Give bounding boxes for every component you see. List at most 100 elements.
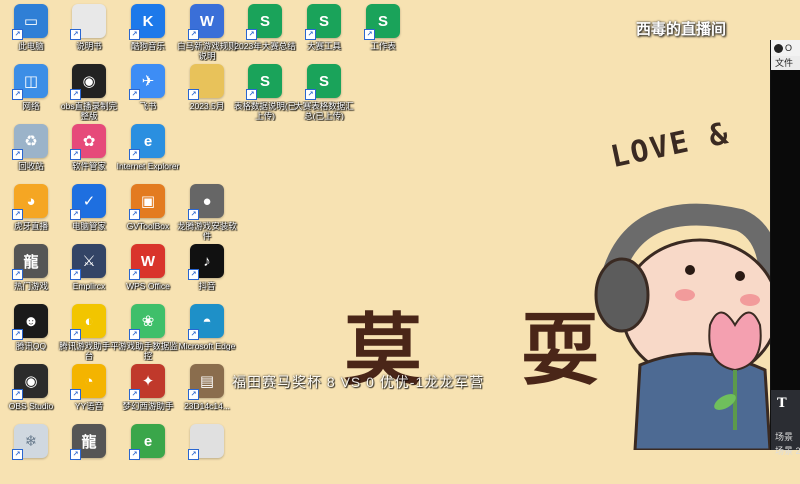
desktop-icon-label: 2023年大赛总结	[234, 41, 296, 51]
shortcut-arrow-icon: ↗	[188, 269, 199, 280]
shortcut-arrow-icon: ↗	[70, 149, 81, 160]
desktop-icon-label: YY语音	[74, 401, 104, 411]
obs-scene-item[interactable]: 场景 2	[775, 444, 800, 457]
app-icon: e ↗	[129, 124, 165, 160]
shortcut-arrow-icon: ↗	[305, 89, 316, 100]
obs-window[interactable]: O 文件 T 场景 场景 2	[770, 40, 800, 456]
shortcut-arrow-icon: ↗	[70, 89, 81, 100]
desktop-icon[interactable]: S ↗ 工作表	[354, 4, 412, 64]
shortcut-arrow-icon: ↗	[305, 29, 316, 40]
shortcut-arrow-icon: ↗	[12, 29, 23, 40]
obs-preview-canvas[interactable]	[771, 70, 800, 390]
desktop-icon-label: 大赛工具	[306, 41, 341, 51]
app-icon: ↗	[188, 424, 224, 460]
obs-text-tool-icon[interactable]: T	[777, 396, 787, 411]
obs-scene-item[interactable]: 场景	[775, 430, 793, 443]
desktop-icon-label: 表格数据说明(已上传)	[233, 101, 297, 121]
desktop-icon[interactable]: ♻ ↗ 回收站	[2, 124, 60, 184]
desktop-icon-label: WPS Office	[126, 281, 170, 291]
desktop-icon[interactable]: S ↗ 大赛表格数据汇总(已上传)	[294, 64, 354, 124]
obs-titlebar[interactable]: O	[771, 40, 800, 56]
app-icon: W ↗	[188, 4, 224, 40]
obs-app-icon	[774, 43, 783, 53]
desktop-icon[interactable]: S ↗ 表格数据说明(已上传)	[233, 64, 297, 124]
desktop-icon[interactable]: ✓ ↗ 电脑管家	[60, 184, 118, 244]
obs-title: O	[785, 43, 793, 53]
shortcut-arrow-icon: ↗	[70, 449, 81, 460]
desktop-icon[interactable]: ◕ ↗ 虎牙直播	[2, 184, 60, 244]
desktop-icon[interactable]: ↗ 说明书	[60, 4, 118, 64]
scrolling-caption: 福田赛马奖杯 8 VS 0 优优-1龙龙军营	[232, 374, 485, 390]
desktop-icon-label: 此电脑	[18, 41, 44, 51]
app-icon: 龍 ↗	[12, 244, 48, 280]
app-icon: ✈ ↗	[129, 64, 165, 100]
desktop-icon[interactable]: S ↗ 大赛工具	[295, 4, 353, 64]
obs-menu-file[interactable]: 文件	[771, 56, 800, 70]
shortcut-arrow-icon: ↗	[129, 329, 140, 340]
app-icon: ✿ ↗	[70, 124, 106, 160]
desktop-icon-label: 电脑管家	[71, 221, 106, 231]
desktop-icon[interactable]: e ↗ Internet Explorer	[117, 124, 179, 184]
desktop-icon[interactable]: ❀ ↗ 游戏助手数据监控	[118, 304, 178, 364]
shortcut-arrow-icon: ↗	[12, 89, 23, 100]
shortcut-arrow-icon: ↗	[70, 269, 81, 280]
app-icon: ▭ ↗	[12, 4, 48, 40]
desktop-icon[interactable]: ✿ ↗ 软件管家	[60, 124, 118, 184]
desktop-icon[interactable]: ⚔ ↗ Emplircx	[60, 244, 118, 304]
desktop-icon[interactable]: W ↗ 白马新游戏规则说明	[177, 4, 237, 64]
desktop-icon[interactable]: ● ↗ 龙腾游戏安装软件	[177, 184, 237, 244]
desktop-icon[interactable]: ▭ ↗ 此电脑	[2, 4, 60, 64]
desktop-icon-label: 龙腾游戏安装软件	[177, 221, 237, 241]
app-icon: ↗	[188, 64, 224, 100]
desktop-icon[interactable]: ↗	[178, 424, 236, 484]
desktop-icon[interactable]: ◐ ↗ 腾讯游戏助手平台	[59, 304, 119, 364]
shortcut-arrow-icon: ↗	[188, 329, 199, 340]
desktop-icon-label: 腾讯游戏助手平台	[59, 341, 119, 361]
app-icon: ⚔ ↗	[70, 244, 106, 280]
app-icon: ↗	[70, 4, 106, 40]
desktop-icon-label: 抖音	[198, 281, 216, 291]
desktop-icon[interactable]: ❄ ↗	[2, 424, 60, 484]
desktop-icon[interactable]: ◉ ↗ obs直播录制完整版	[60, 64, 118, 124]
shortcut-arrow-icon: ↗	[246, 29, 257, 40]
desktop-icon[interactable]: ◉ ↗ OBS Studio	[2, 364, 60, 424]
desktop-icon[interactable]: K ↗ 酷狗音乐	[119, 4, 177, 64]
desktop-icon[interactable]: ▤ ↗ 23D14c14...	[178, 364, 236, 424]
desktop-icon[interactable]: ↗ 2023.5月	[178, 64, 236, 124]
desktop-icon[interactable]: ☻ ↗ 腾讯QQ	[2, 304, 60, 364]
desktop-icon[interactable]: ◓ ↗ Microsoft Edge	[178, 304, 236, 364]
shortcut-arrow-icon: ↗	[364, 29, 375, 40]
desktop-icon[interactable]: 龍 ↗ 热门游戏	[2, 244, 60, 304]
app-icon: ☻ ↗	[12, 304, 48, 340]
desktop-icon-label: GVToolBox	[126, 221, 170, 231]
desktop-icon[interactable]: ▣ ↗ GVToolBox	[119, 184, 177, 244]
app-icon: S ↗	[305, 64, 341, 100]
desktop-icon[interactable]: e ↗	[119, 424, 177, 484]
desktop-icon[interactable]: W ↗ WPS Office	[119, 244, 177, 304]
desktop-icon-label: obs直播录制完整版	[60, 101, 118, 121]
desktop-icon-label: 2023.5月	[189, 101, 225, 111]
desktop-icon-label: Microsoft Edge	[178, 341, 236, 351]
desktop-icon-label: 飞书	[139, 101, 157, 111]
shortcut-arrow-icon: ↗	[188, 389, 199, 400]
desktop-icon-label: 游戏助手数据监控	[118, 341, 178, 361]
shortcut-arrow-icon: ↗	[188, 449, 199, 460]
wallpaper-love-text: LOVE &	[607, 115, 733, 176]
app-icon: ❄ ↗	[12, 424, 48, 460]
shortcut-arrow-icon: ↗	[12, 269, 23, 280]
desktop-icon-label: 虎牙直播	[13, 221, 48, 231]
desktop-icon[interactable]: ♪ ↗ 抖音	[178, 244, 236, 304]
desktop-icon-label: 酷狗音乐	[130, 41, 165, 51]
shortcut-arrow-icon: ↗	[12, 149, 23, 160]
app-icon: ▤ ↗	[188, 364, 224, 400]
desktop-icon[interactable]: S ↗ 2023年大赛总结	[234, 4, 296, 64]
desktop-icon-label: 说明书	[76, 41, 102, 51]
shortcut-arrow-icon: ↗	[129, 269, 140, 280]
desktop-icon[interactable]: ◫ ↗ 网络	[2, 64, 60, 124]
desktop-icon[interactable]: 龍 ↗	[60, 424, 118, 484]
shortcut-arrow-icon: ↗	[12, 449, 23, 460]
desktop-icon[interactable]: ✈ ↗ 飞书	[119, 64, 177, 124]
desktop-icon-label: 白马新游戏规则说明	[177, 41, 237, 61]
desktop-icon[interactable]: ✦ ↗ 梦幻西游助手	[119, 364, 177, 424]
desktop-icon[interactable]: ◔ ↗ YY语音	[60, 364, 118, 424]
